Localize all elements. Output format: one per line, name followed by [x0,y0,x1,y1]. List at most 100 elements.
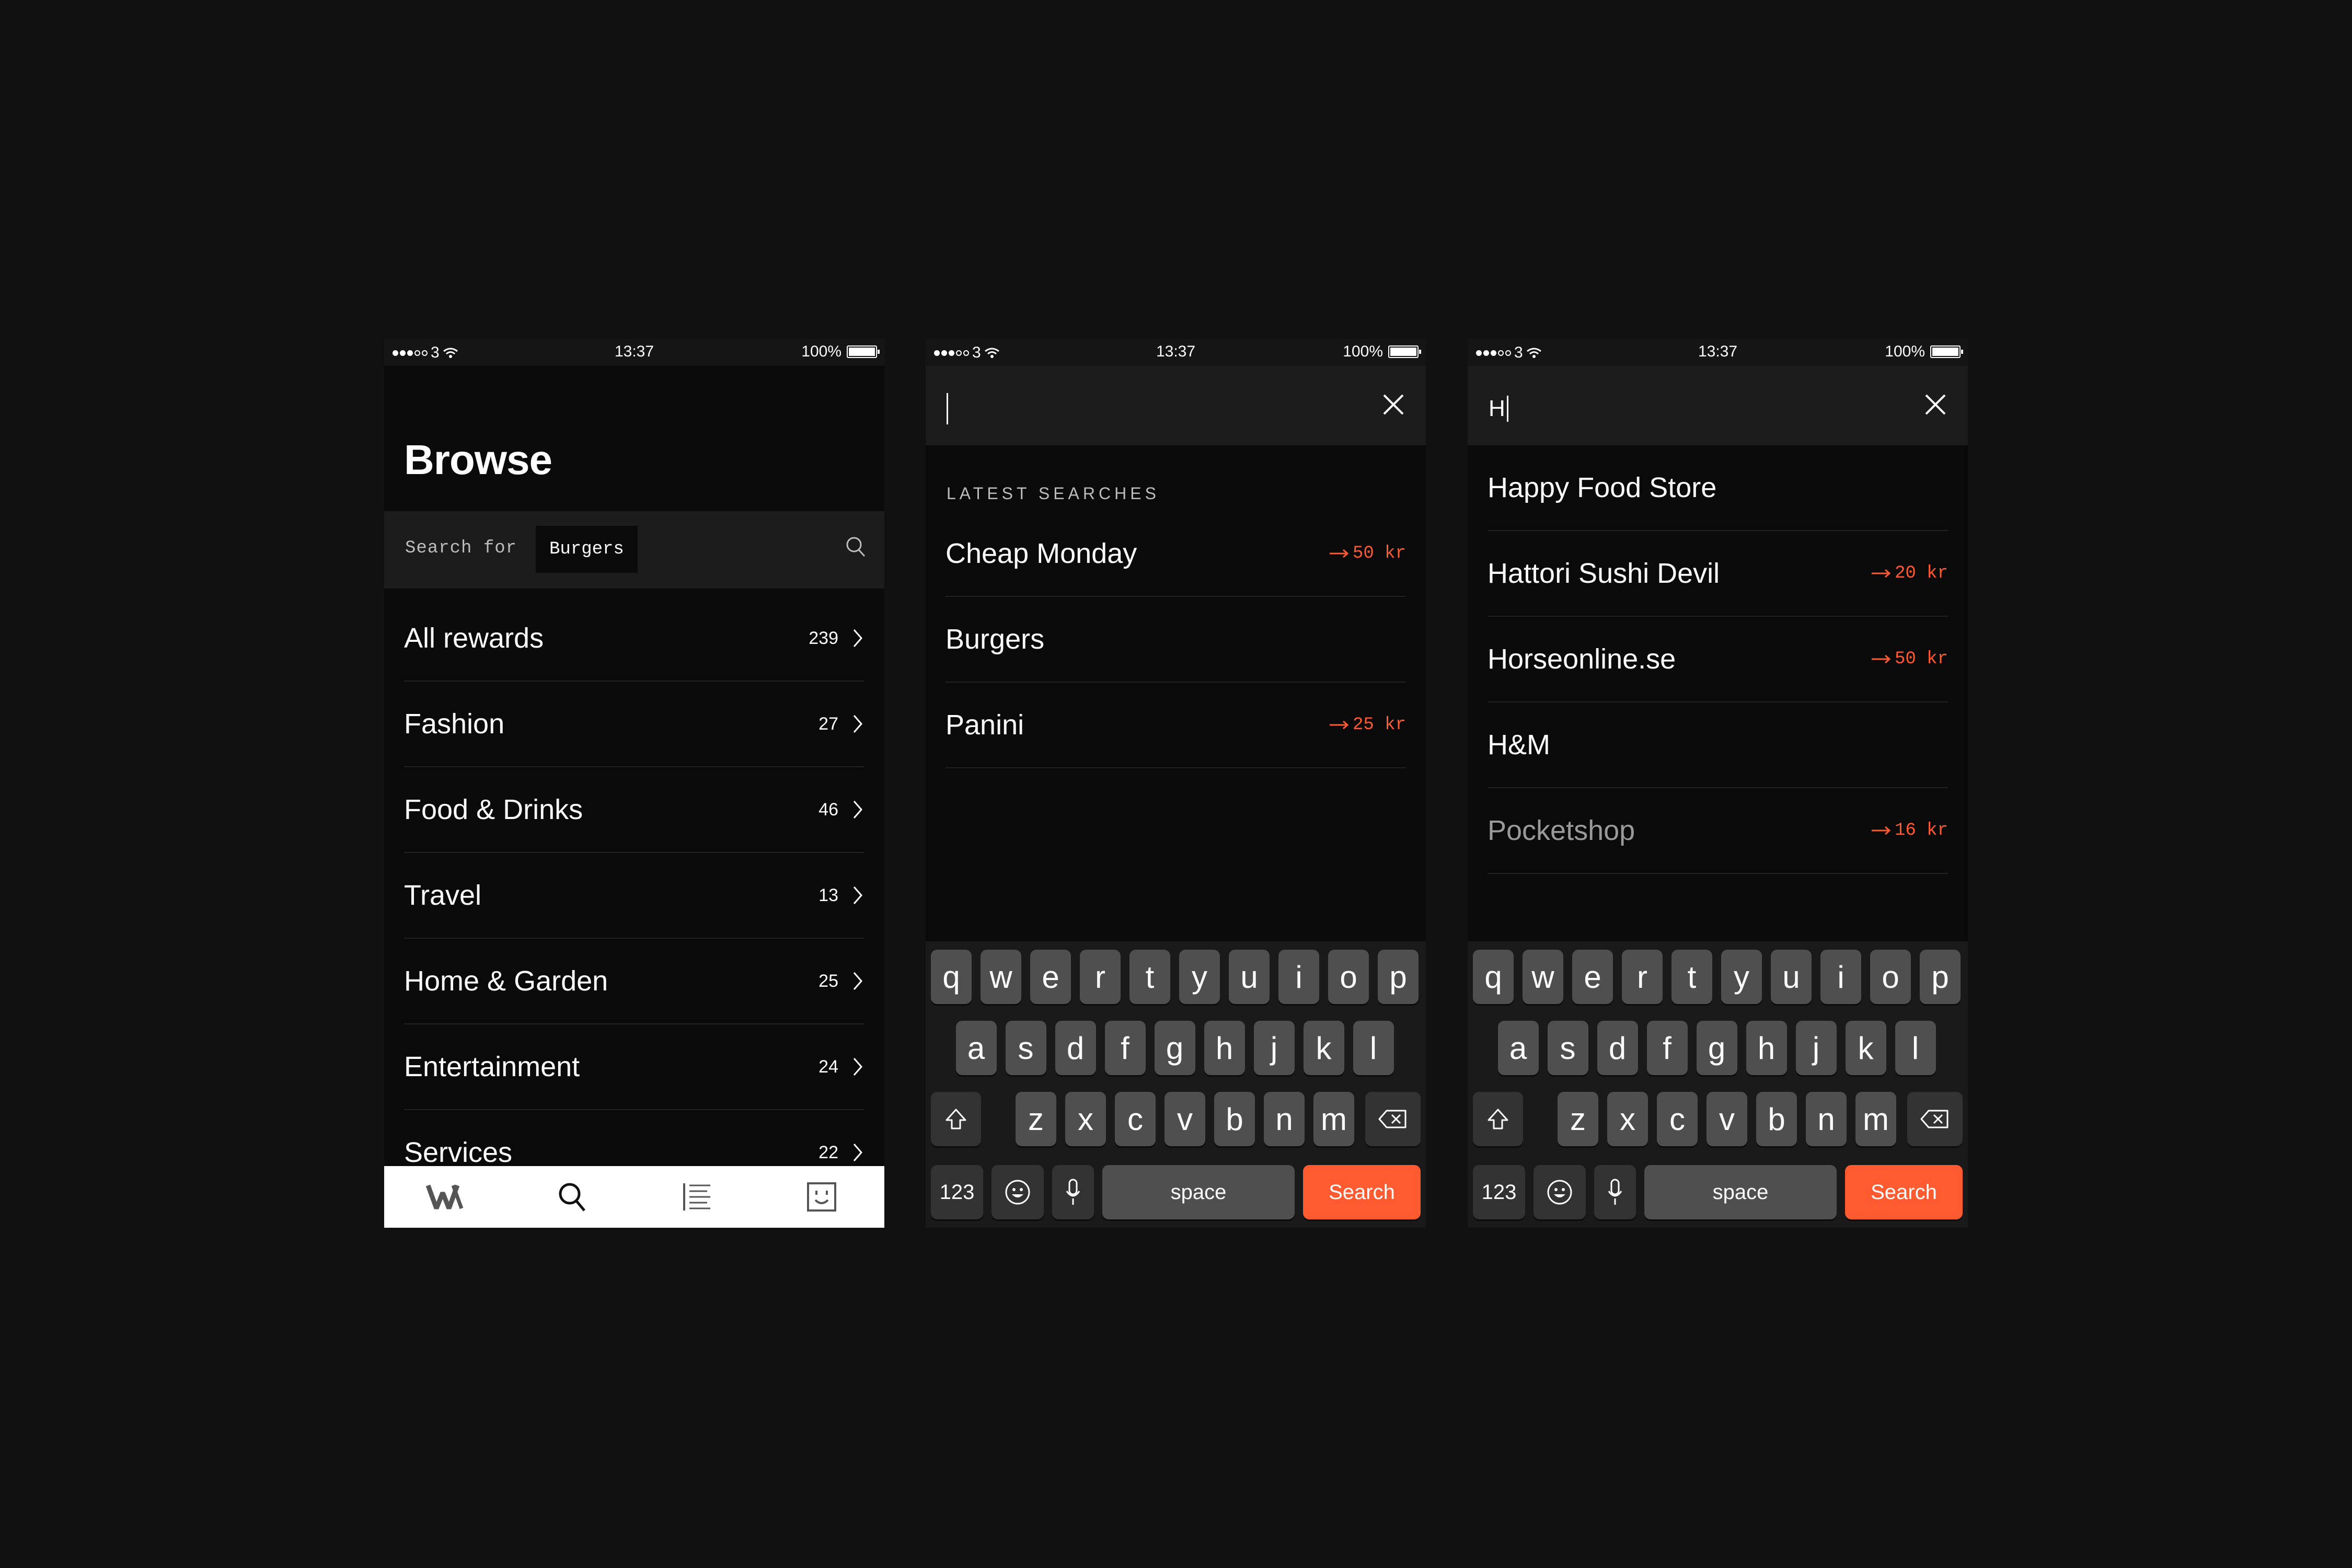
key-p[interactable]: p [1378,950,1419,1004]
space-key[interactable]: space [1102,1165,1295,1219]
category-row[interactable]: Fashion 27 [404,682,864,767]
battery-icon [1388,345,1421,358]
key-y[interactable]: y [1179,950,1220,1004]
key-r[interactable]: r [1622,950,1663,1004]
list-item[interactable]: Happy Food Store [1488,445,1948,531]
arrow-right-icon [1329,720,1349,730]
key-c[interactable]: c [1115,1092,1156,1146]
key-l[interactable]: l [1353,1021,1394,1075]
key-s[interactable]: s [1547,1021,1588,1075]
key-g[interactable]: g [1696,1021,1737,1075]
tab-home[interactable] [423,1173,470,1220]
category-row[interactable]: Travel 13 [404,853,864,939]
key-g[interactable]: g [1154,1021,1195,1075]
category-label: Entertainment [404,1051,580,1082]
key-v[interactable]: v [1707,1092,1747,1146]
backspace-key[interactable] [1365,1092,1421,1146]
key-s[interactable]: s [1005,1021,1046,1075]
key-f[interactable]: f [1646,1021,1688,1075]
tab-search[interactable] [548,1173,595,1220]
category-row[interactable]: Food & Drinks 46 [404,767,864,853]
key-f[interactable]: f [1104,1021,1146,1075]
key-z[interactable]: z [1016,1092,1056,1146]
close-icon[interactable] [1382,393,1405,416]
key-x[interactable]: x [1607,1092,1648,1146]
category-row[interactable]: Entertainment 24 [404,1024,864,1110]
key-q[interactable]: q [1473,950,1514,1004]
key-y[interactable]: y [1721,950,1762,1004]
tab-profile[interactable] [798,1173,845,1220]
search-suggestion-chip[interactable]: Burgers [536,526,638,573]
close-icon[interactable] [1924,393,1947,416]
category-row[interactable]: All rewards 239 [404,596,864,682]
list-item[interactable]: Panini 25 kr [946,683,1406,768]
shift-key[interactable] [1473,1092,1523,1146]
key-v[interactable]: v [1165,1092,1205,1146]
numbers-key[interactable]: 123 [1473,1165,1525,1219]
key-q[interactable]: q [931,950,972,1004]
numbers-key[interactable]: 123 [931,1165,983,1219]
space-key[interactable]: space [1644,1165,1837,1219]
dictation-key[interactable] [1594,1165,1636,1219]
key-a[interactable]: a [1497,1021,1539,1075]
key-w[interactable]: w [981,950,1021,1004]
list-item[interactable]: Horseonline.se 50 kr [1488,617,1948,702]
key-d[interactable]: d [1055,1021,1096,1075]
key-t[interactable]: t [1671,950,1712,1004]
key-o[interactable]: o [1870,950,1911,1004]
emoji-key[interactable] [991,1165,1044,1219]
key-d[interactable]: d [1597,1021,1638,1075]
text-cursor [947,393,948,424]
key-k[interactable]: k [1303,1021,1344,1075]
key-i[interactable]: i [1278,950,1319,1004]
key-l[interactable]: l [1895,1021,1936,1075]
search-key[interactable]: Search [1303,1165,1421,1219]
search-input[interactable] [926,366,1426,445]
search-icon[interactable] [844,534,867,561]
list-item[interactable]: Hattori Sushi Devil 20 kr [1488,531,1948,617]
key-h[interactable]: h [1746,1021,1787,1075]
key-e[interactable]: e [1030,950,1071,1004]
key-e[interactable]: e [1572,950,1613,1004]
list-item[interactable]: H&M [1488,702,1948,788]
search-key[interactable]: Search [1845,1165,1963,1219]
emoji-icon [1005,1180,1030,1205]
shift-key[interactable] [931,1092,981,1146]
search-input[interactable]: H [1468,366,1968,445]
key-j[interactable]: j [1253,1021,1295,1075]
status-bar: 3 13:37 100% [1468,339,1968,366]
backspace-key[interactable] [1907,1092,1963,1146]
tab-list[interactable] [673,1173,720,1220]
category-row[interactable]: Home & Garden 25 [404,939,864,1024]
key-i[interactable]: i [1820,950,1861,1004]
key-w[interactable]: w [1523,950,1563,1004]
emoji-key[interactable] [1534,1165,1586,1219]
key-m[interactable]: m [1313,1092,1354,1146]
list-item[interactable]: Cheap Monday 50 kr [946,511,1406,597]
suggestions-screen: 3 13:37 100% H Happy Food Store Hattori … [1468,339,1968,1228]
key-o[interactable]: o [1328,950,1369,1004]
key-j[interactable]: j [1795,1021,1837,1075]
key-h[interactable]: h [1204,1021,1245,1075]
key-m[interactable]: m [1855,1092,1896,1146]
key-a[interactable]: a [955,1021,997,1075]
key-x[interactable]: x [1065,1092,1106,1146]
key-k[interactable]: k [1845,1021,1886,1075]
key-r[interactable]: r [1080,950,1121,1004]
result-label: Pocketshop [1488,815,1635,846]
key-u[interactable]: u [1771,950,1812,1004]
list-item[interactable]: Pocketshop 16 kr [1488,788,1948,874]
dictation-key[interactable] [1052,1165,1094,1219]
text-cursor [1506,396,1508,422]
key-p[interactable]: p [1920,950,1961,1004]
list-item[interactable]: Burgers [946,597,1406,683]
key-b[interactable]: b [1214,1092,1255,1146]
key-n[interactable]: n [1264,1092,1305,1146]
key-c[interactable]: c [1657,1092,1698,1146]
search-bar[interactable]: Search for Burgers [384,511,884,589]
key-n[interactable]: n [1806,1092,1847,1146]
key-u[interactable]: u [1229,950,1270,1004]
key-b[interactable]: b [1756,1092,1797,1146]
key-t[interactable]: t [1129,950,1170,1004]
key-z[interactable]: z [1558,1092,1598,1146]
